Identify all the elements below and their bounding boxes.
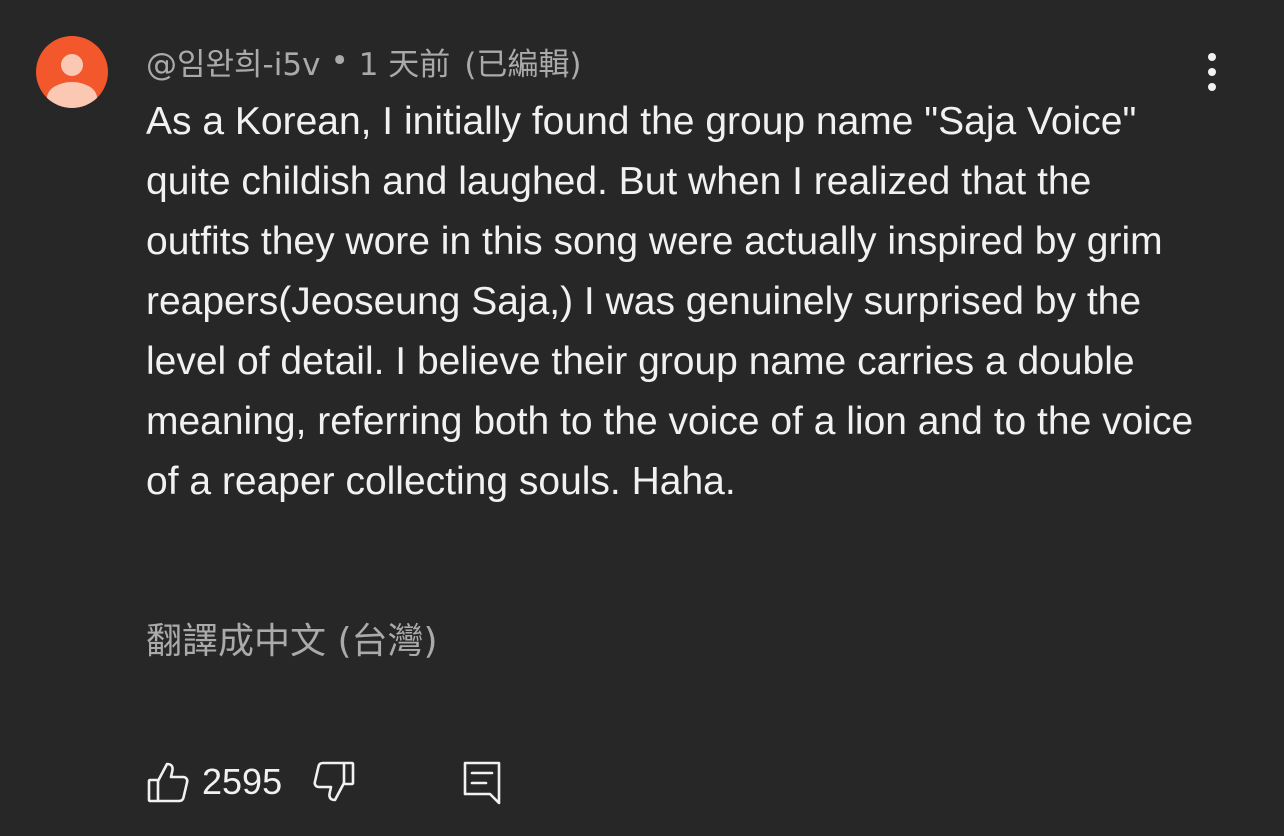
like-count: 2595 [202, 761, 283, 802]
comment-header: @임완희-i5v • 1 天前 (已編輯) [146, 39, 582, 84]
default-avatar-icon [47, 54, 97, 108]
edited-label: (已編輯) [464, 46, 582, 83]
thumbs-up-icon [147, 762, 189, 803]
thumbs-down-icon [313, 761, 355, 802]
dislike-button[interactable] [306, 754, 362, 810]
header-separator: • [330, 43, 349, 79]
comment-actions: 2595 [140, 752, 510, 812]
comment-text: As a Korean, I initially found the group… [146, 100, 1194, 503]
like-button[interactable] [140, 754, 196, 810]
reply-button[interactable] [454, 754, 510, 810]
reply-comment-icon [463, 761, 501, 805]
more-vertical-icon [1208, 53, 1216, 91]
comment-time[interactable]: 1 天前 [359, 39, 451, 84]
avatar[interactable] [36, 36, 108, 108]
more-actions-button[interactable] [1190, 48, 1234, 96]
translate-button[interactable]: 翻譯成中文 (台灣) [146, 612, 438, 664]
author-name[interactable]: @임완희-i5v [146, 39, 320, 84]
